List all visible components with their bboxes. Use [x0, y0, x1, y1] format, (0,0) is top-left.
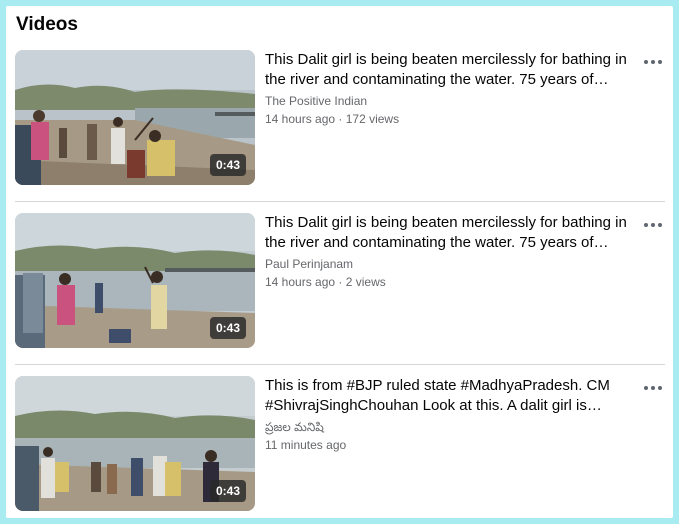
video-info: This is from #BJP ruled state #MadhyaPra…: [265, 376, 635, 453]
video-thumbnail[interactable]: 0:43: [15, 50, 255, 185]
video-info: This Dalit girl is being beaten merciles…: [265, 50, 635, 127]
video-title[interactable]: This Dalit girl is being beaten merciles…: [265, 213, 635, 253]
videos-card: Videos 0:43 This Dalit girl is being bea…: [6, 6, 673, 518]
video-title[interactable]: This Dalit girl is being beaten merciles…: [265, 50, 635, 90]
more-horizontal-icon[interactable]: [641, 52, 665, 72]
more-horizontal-icon[interactable]: [641, 215, 665, 235]
video-duration: 0:43: [209, 480, 246, 502]
video-meta: 14 hours ago · 2 views: [265, 275, 386, 289]
video-thumbnail[interactable]: 0:43: [15, 213, 255, 348]
video-item[interactable]: 0:43 This Dalit girl is being beaten mer…: [15, 50, 665, 187]
video-author[interactable]: The Positive Indian: [265, 93, 635, 109]
divider: [15, 201, 665, 202]
video-thumbnail[interactable]: 0:43: [15, 376, 255, 511]
video-item[interactable]: 0:43 This is from #BJP ruled state #Madh…: [15, 376, 665, 513]
video-author[interactable]: ప్రజల మనిషి: [265, 419, 635, 435]
video-title[interactable]: This is from #BJP ruled state #MadhyaPra…: [265, 376, 635, 416]
video-item[interactable]: 0:43 This Dalit girl is being beaten mer…: [15, 213, 665, 350]
video-duration: 0:43: [209, 317, 246, 339]
section-title: Videos: [16, 14, 78, 35]
video-info: This Dalit girl is being beaten merciles…: [265, 213, 635, 290]
divider: [15, 364, 665, 365]
video-author[interactable]: Paul Perinjanam: [265, 256, 635, 272]
video-meta: 11 minutes ago: [265, 438, 347, 452]
more-horizontal-icon[interactable]: [641, 378, 665, 398]
video-duration: 0:43: [209, 154, 246, 176]
video-meta: 14 hours ago · 172 views: [265, 112, 400, 126]
